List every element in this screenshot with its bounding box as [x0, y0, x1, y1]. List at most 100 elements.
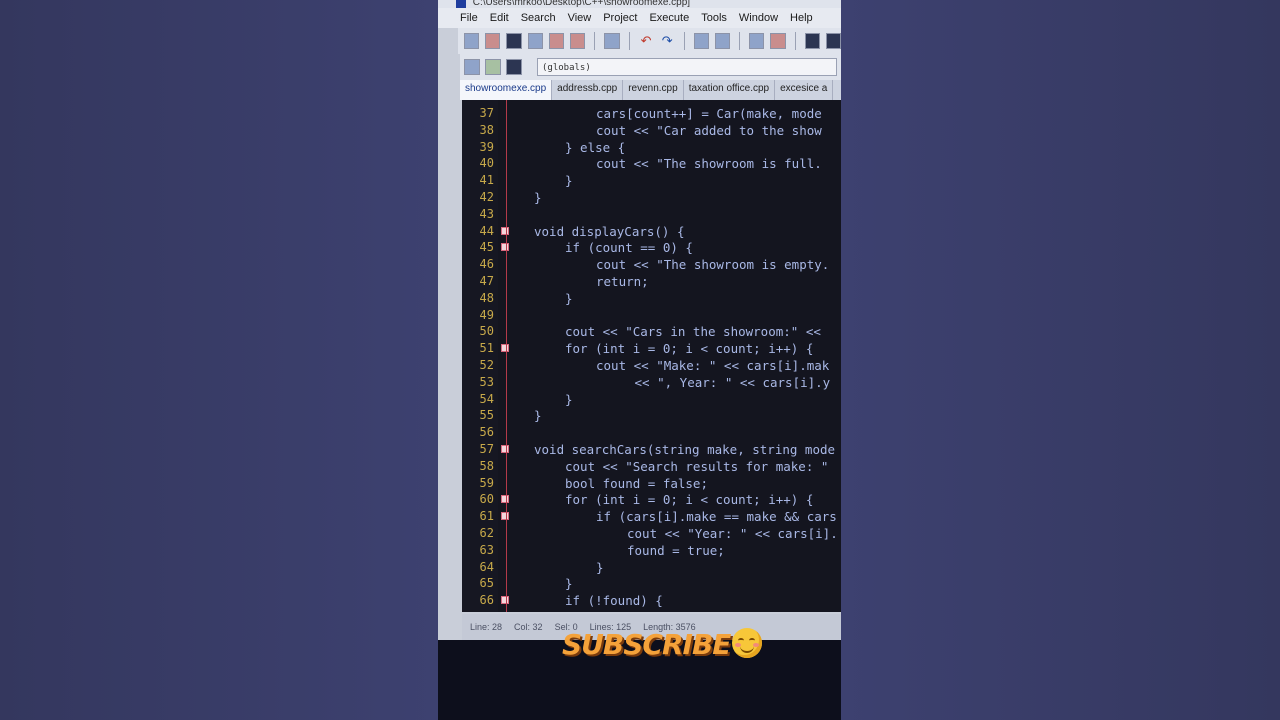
subscribe-overlay: SUBSCRIBE [562, 628, 763, 661]
scope-dropdown[interactable]: (globals) [537, 58, 837, 76]
menu-view[interactable]: View [568, 12, 592, 24]
code-line[interactable]: cout << "Car added to the show [596, 122, 822, 139]
code-line[interactable]: cout << "No matching cars found. [596, 609, 837, 612]
toolbar-divider [739, 32, 741, 50]
status-col: Col: 32 [514, 622, 543, 632]
line-number: 40 [479, 156, 494, 171]
fold-toggle-icon[interactable] [501, 512, 509, 521]
indent-icon[interactable] [749, 33, 765, 49]
code-line[interactable]: bool found = false; [565, 475, 708, 492]
code-line[interactable]: } [534, 407, 542, 424]
line-number: 60 [479, 492, 494, 507]
code-line[interactable]: return; [596, 273, 649, 290]
code-line[interactable]: found = true; [627, 542, 725, 559]
open-file-icon[interactable] [485, 33, 501, 49]
menu-project[interactable]: Project [603, 12, 637, 24]
fold-toggle-icon[interactable] [501, 495, 509, 504]
tab-showroomexe[interactable]: showroomexe.cpp [460, 80, 553, 100]
code-line[interactable]: } [565, 290, 573, 307]
fold-toggle-icon[interactable] [501, 226, 509, 235]
line-number: 55 [479, 408, 494, 423]
unindent-icon[interactable] [770, 33, 786, 49]
find-icon[interactable] [693, 33, 709, 49]
toolbar-divider [594, 32, 596, 50]
fold-toggle-icon[interactable] [501, 243, 509, 252]
code-line[interactable]: cout << "Make: " << cars[i].mak [596, 357, 829, 374]
left-blur-background [0, 0, 438, 720]
menu-window[interactable]: Window [739, 12, 778, 24]
line-number: 57 [479, 442, 494, 456]
close-file-icon[interactable] [548, 33, 565, 49]
fold-toggle-icon[interactable] [501, 445, 509, 453]
bookmark-icon[interactable] [506, 59, 522, 75]
code-line[interactable]: void searchCars(string make, string mode [534, 441, 835, 458]
file-tabs: showroomexe.cpp addressb.cpp revenn.cpp … [460, 80, 841, 100]
code-line[interactable]: } [565, 172, 573, 189]
code-line[interactable]: } [565, 575, 573, 592]
line-number: 41 [479, 173, 494, 188]
code-line[interactable]: } [565, 391, 573, 408]
code-area[interactable]: cars[count++] = Car(make, mode cout << "C… [518, 100, 841, 612]
fold-toggle-icon[interactable] [501, 344, 509, 353]
line-number: 58 [479, 458, 494, 473]
menu-edit[interactable]: Edit [490, 12, 509, 24]
code-line[interactable]: cars[count++] = Car(make, mode [596, 105, 822, 122]
title-bar: C:\Users\mrkoo\Desktop\C++\showroomexe.c… [438, 0, 841, 8]
app-icon [456, 0, 466, 8]
code-line[interactable]: } else { [565, 139, 625, 156]
code-line[interactable]: } [534, 189, 542, 206]
line-number: 49 [479, 307, 494, 322]
new-file-icon[interactable] [464, 33, 480, 49]
subscribe-text: SUBSCRIBE [562, 628, 731, 661]
line-number: 39 [479, 139, 494, 154]
code-line[interactable]: cout << "The showroom is empty. [596, 256, 829, 273]
menu-search[interactable]: Search [521, 12, 556, 24]
tab-revenn[interactable]: revenn.cpp [623, 80, 684, 100]
ide-window: C:\Users\mrkoo\Desktop\C++\showroomexe.c… [438, 0, 841, 640]
fold-toggle-icon[interactable] [501, 596, 509, 605]
code-line[interactable]: void displayCars() { [534, 223, 685, 240]
forward-icon[interactable] [825, 33, 841, 49]
code-line[interactable]: << ", Year: " << cars[i].y [627, 374, 831, 391]
tab-addressb[interactable]: addressb.cpp [552, 80, 624, 100]
line-number: 64 [479, 559, 494, 574]
code-editor[interactable]: 37 38 39 40 41 42 43 44 45 46 47 48 49 50 51 52 53 54 55 56… [462, 100, 841, 612]
toolbar-divider [628, 32, 630, 50]
menu-help[interactable]: Help [790, 12, 813, 24]
save-icon[interactable] [506, 33, 522, 49]
print-icon[interactable] [604, 33, 620, 49]
line-number: 59 [479, 475, 494, 490]
code-line[interactable]: if (cars[i].make == make && cars [596, 508, 837, 525]
code-line[interactable]: cout << "Search results for make: " [565, 458, 828, 475]
menu-execute[interactable]: Execute [649, 12, 689, 24]
code-line[interactable]: cout << "The showroom is full. [596, 155, 822, 172]
close-all-icon[interactable] [570, 33, 586, 49]
code-line[interactable]: if (count == 0) { [565, 239, 693, 256]
goto-icon[interactable] [485, 59, 501, 75]
menu-tools[interactable]: Tools [701, 12, 727, 24]
tab-excesice[interactable]: excesice a [775, 80, 834, 100]
menu-file[interactable]: File [460, 12, 478, 24]
code-line[interactable]: cout << "Cars in the showroom:" << [565, 323, 821, 340]
undo-icon[interactable]: ↶ [639, 33, 654, 49]
class-browser-icon[interactable] [464, 59, 480, 75]
line-number: 63 [479, 542, 494, 557]
replace-icon[interactable] [714, 33, 731, 49]
code-line[interactable]: if (!found) { [565, 592, 663, 609]
back-icon[interactable] [804, 33, 820, 49]
line-number: 52 [479, 358, 494, 372]
menu-bar: File Edit Search View Project Execute To… [438, 8, 841, 28]
line-number: 44 [479, 223, 494, 238]
line-number: 43 [479, 206, 494, 221]
code-line[interactable]: } [596, 559, 604, 576]
line-number: 54 [479, 391, 494, 406]
line-number: 50 [479, 324, 494, 339]
redo-icon[interactable]: ↷ [660, 33, 675, 49]
code-line[interactable]: for (int i = 0; i < count; i++) { [565, 340, 813, 357]
code-line[interactable]: cout << "Year: " << cars[i]. [627, 525, 838, 542]
save-all-icon[interactable] [527, 33, 543, 49]
tab-taxation-office[interactable]: taxation office.cpp [684, 80, 776, 100]
line-number: 67 [462, 609, 494, 612]
secondary-toolbar: (globals) [460, 54, 841, 80]
code-line[interactable]: for (int i = 0; i < count; i++) { [565, 491, 813, 508]
